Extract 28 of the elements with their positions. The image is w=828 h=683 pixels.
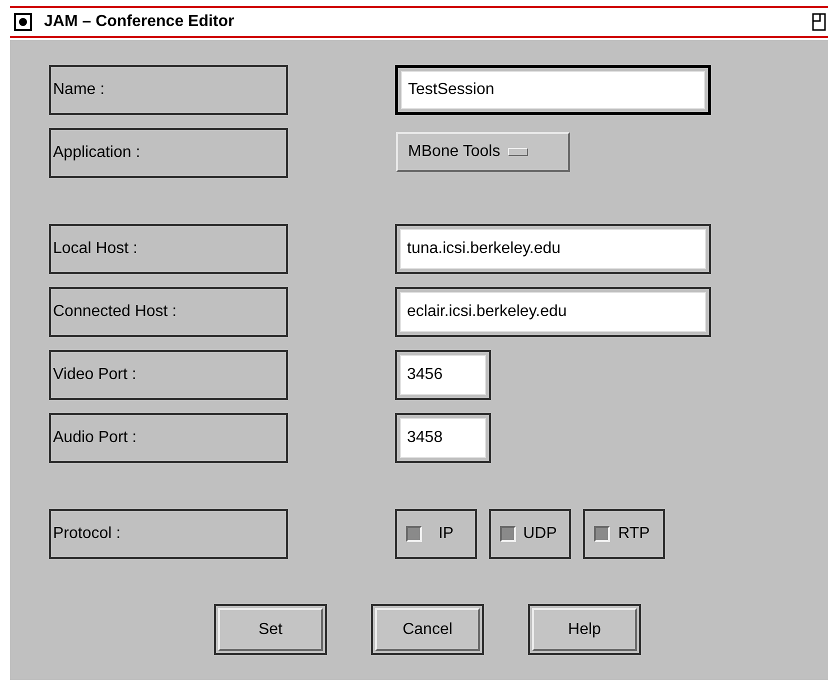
- window-menu-icon[interactable]: [14, 13, 32, 31]
- field-label: Local Host :: [49, 224, 288, 274]
- field-value: 3456: [407, 365, 443, 385]
- field-value: eclair.icsi.berkeley.edu: [407, 302, 567, 322]
- field-label: Protocol :: [49, 509, 288, 559]
- text-field[interactable]: TestSession: [395, 65, 711, 115]
- field-label: Audio Port :: [49, 413, 288, 463]
- text-field[interactable]: tuna.icsi.berkeley.edu: [395, 224, 711, 274]
- maximize-icon[interactable]: [812, 12, 826, 32]
- field-label: Video Port :: [49, 350, 288, 400]
- text-field[interactable]: 3456: [395, 350, 491, 400]
- text-field[interactable]: eclair.icsi.berkeley.edu: [395, 287, 711, 337]
- field-value: 3458: [407, 428, 443, 448]
- toggle-button[interactable]: UDP: [489, 509, 571, 559]
- field-label: Application :: [49, 128, 288, 178]
- dialog-button[interactable]: Cancel: [375, 608, 480, 651]
- dialog-button[interactable]: Help: [532, 608, 637, 651]
- toggle-button[interactable]: RTP: [583, 509, 665, 559]
- window-title: JAM – Conference Editor: [44, 12, 234, 32]
- option-menu-button[interactable]: MBone Tools: [396, 132, 570, 172]
- field-label: Connected Host :: [49, 287, 288, 337]
- option-indicator-icon: [508, 148, 528, 156]
- text-field[interactable]: 3458: [395, 413, 491, 463]
- field-value: tuna.icsi.berkeley.edu: [407, 239, 561, 259]
- field-label: Name :: [49, 65, 288, 115]
- field-value: TestSession: [408, 80, 494, 100]
- toggle-button[interactable]: IP: [395, 509, 477, 559]
- dialog-button[interactable]: Set: [218, 608, 323, 651]
